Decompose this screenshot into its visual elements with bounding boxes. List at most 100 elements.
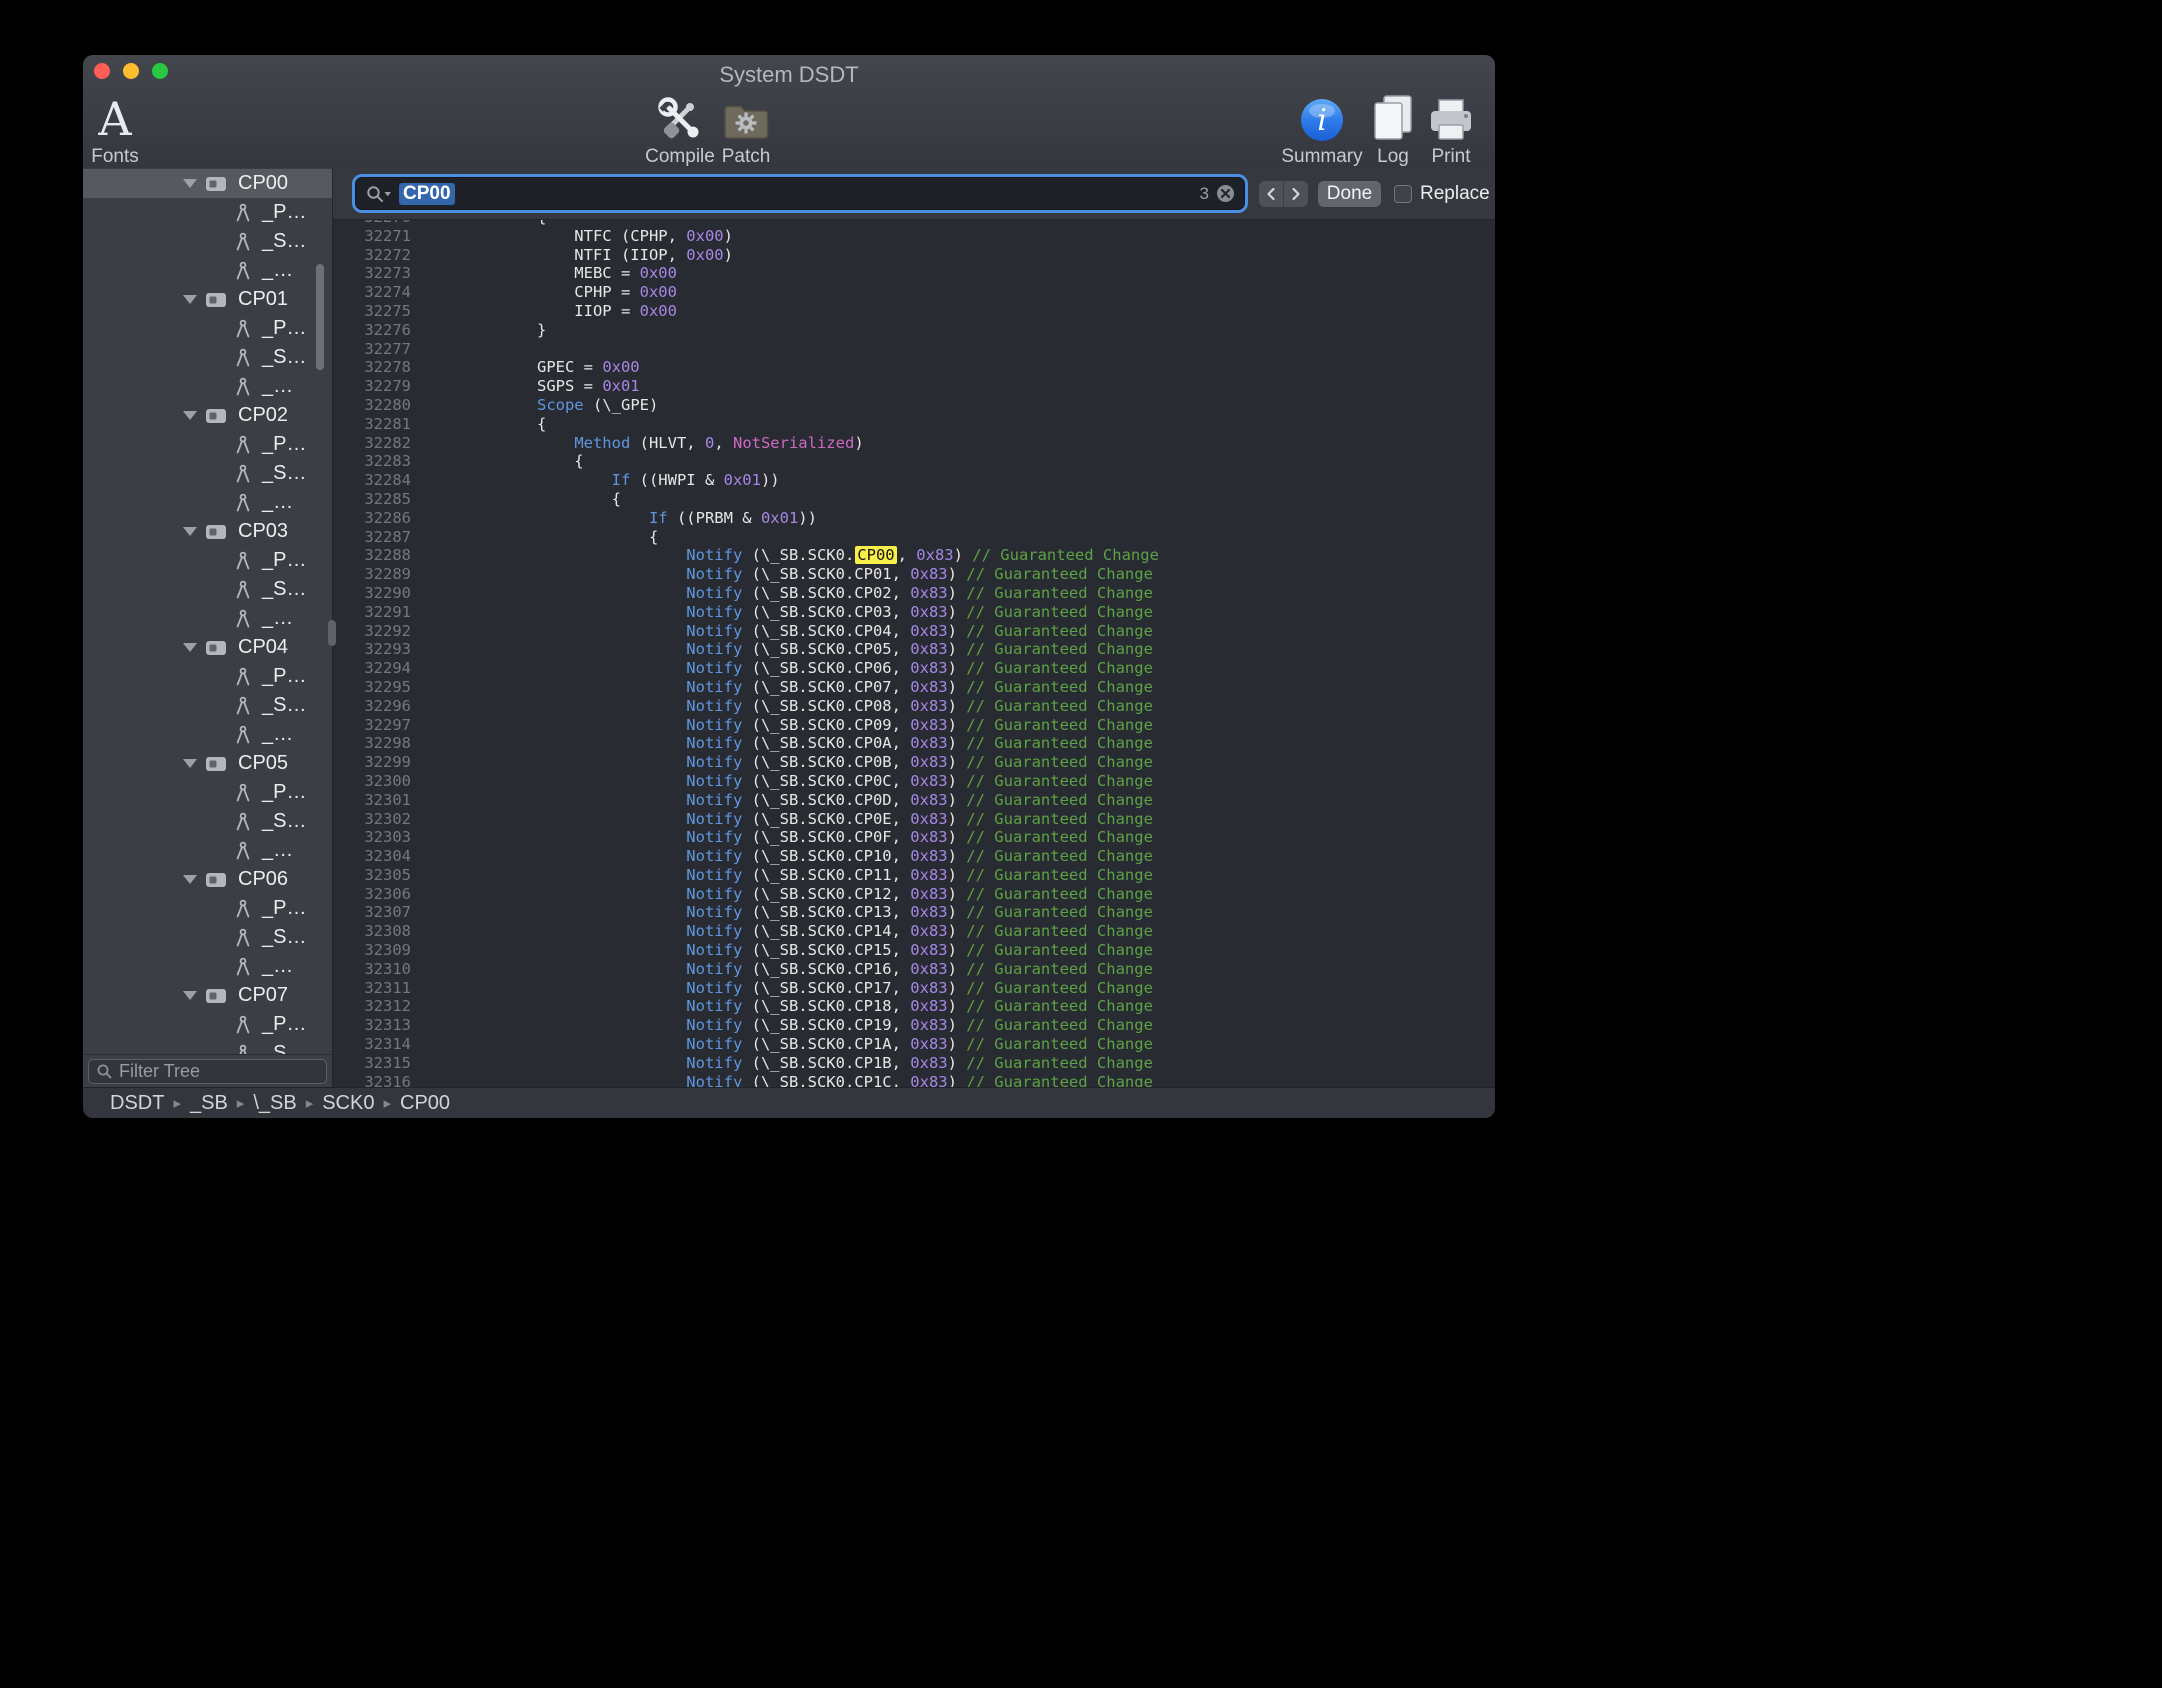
disclosure-triangle-icon[interactable] (183, 411, 197, 420)
breadcrumb-item[interactable]: DSDT (110, 1092, 164, 1115)
tree-item[interactable]: _P… (83, 662, 332, 691)
filter-tree-input[interactable]: Filter Tree (88, 1059, 327, 1084)
tree-item[interactable]: _P… (83, 430, 332, 459)
tree-item[interactable]: _… (83, 604, 332, 633)
clear-search-icon[interactable] (1216, 184, 1235, 203)
find-next-button[interactable] (1283, 181, 1308, 207)
tree-item[interactable]: _P… (83, 1010, 332, 1039)
code-text: Method (HLVT, 0, NotSerialized) (425, 434, 864, 453)
app-window: System DSDT A Fonts Co (83, 55, 1495, 1118)
code-line: 32315 Notify (\_SB.SCK0.CP1B, 0x83) // G… (333, 1054, 1495, 1073)
code-line: 32303 Notify (\_SB.SCK0.CP0F, 0x83) // G… (333, 828, 1495, 847)
find-previous-button[interactable] (1259, 181, 1283, 207)
tree-group-cp01[interactable]: CP01 (83, 285, 332, 314)
splitter-handle[interactable] (328, 620, 336, 646)
device-icon (205, 292, 227, 308)
line-number: 32283 (333, 452, 425, 471)
compass-icon (234, 609, 252, 629)
compass-icon (234, 957, 252, 977)
breadcrumb-item[interactable]: \_SB (253, 1092, 296, 1115)
disclosure-triangle-icon[interactable] (183, 179, 197, 188)
print-button[interactable]: Print (1391, 91, 1495, 168)
breadcrumb-separator-icon: ▸ (237, 1094, 245, 1112)
tree-group-cp02[interactable]: CP02 (83, 401, 332, 430)
disclosure-triangle-icon[interactable] (183, 875, 197, 884)
tree-group-cp03[interactable]: CP03 (83, 517, 332, 546)
search-menu-icon[interactable] (365, 184, 392, 204)
tree-group-label: CP05 (238, 752, 288, 775)
tree-item-label: _P… (262, 433, 306, 456)
find-input[interactable]: CP00 3 (356, 178, 1244, 209)
compass-icon (234, 696, 252, 716)
tree-item[interactable]: _… (83, 952, 332, 981)
find-bar: CP00 3 (333, 168, 1495, 220)
breadcrumb-item[interactable]: _SB (190, 1092, 228, 1115)
tree-group-cp05[interactable]: CP05 (83, 749, 332, 778)
code-line: 32314 Notify (\_SB.SCK0.CP1A, 0x83) // G… (333, 1035, 1495, 1054)
code-text: Notify (\_SB.SCK0.CP1B, 0x83) // Guarant… (425, 1054, 1153, 1073)
tree-item[interactable]: _P… (83, 546, 332, 575)
line-number: 32284 (333, 471, 425, 490)
device-icon (205, 872, 227, 888)
patch-button[interactable]: Patch (686, 91, 806, 168)
tree-group-cp07[interactable]: CP07 (83, 981, 332, 1010)
tree-item[interactable]: _P… (83, 778, 332, 807)
code-text: Notify (\_SB.SCK0.CP0C, 0x83) // Guarant… (425, 772, 1153, 791)
tree-group-label: CP02 (238, 404, 288, 427)
disclosure-triangle-icon[interactable] (183, 759, 197, 768)
sidebar-scrollbar[interactable] (316, 264, 324, 370)
tree-item[interactable]: _S… (83, 1039, 332, 1055)
code-text: Notify (\_SB.SCK0.CP16, 0x83) // Guarant… (425, 960, 1153, 979)
disclosure-triangle-icon[interactable] (183, 295, 197, 304)
disclosure-triangle-icon[interactable] (183, 643, 197, 652)
code-text: MEBC = 0x00 (425, 264, 677, 283)
tree-item[interactable]: _S… (83, 343, 332, 372)
code-line: 32293 Notify (\_SB.SCK0.CP05, 0x83) // G… (333, 640, 1495, 659)
tree-item[interactable]: _… (83, 488, 332, 517)
tree-group-label: CP04 (238, 636, 288, 659)
tree-item[interactable]: _… (83, 720, 332, 749)
code-text: If ((PRBM & 0x01)) (425, 509, 817, 528)
tree-item[interactable]: _… (83, 372, 332, 401)
tree-item[interactable]: _P… (83, 314, 332, 343)
code-text: { (425, 528, 658, 547)
code-text: Notify (\_SB.SCK0.CP06, 0x83) // Guarant… (425, 659, 1153, 678)
disclosure-triangle-icon[interactable] (183, 991, 197, 1000)
disclosure-triangle-icon[interactable] (183, 527, 197, 536)
fonts-button[interactable]: A Fonts (83, 91, 175, 168)
tree-item[interactable]: _S… (83, 575, 332, 604)
line-number: 32289 (333, 565, 425, 584)
tree-item[interactable]: _… (83, 256, 332, 285)
code-line: 32305 Notify (\_SB.SCK0.CP11, 0x83) // G… (333, 866, 1495, 885)
filter-bar: Filter Tree (83, 1054, 332, 1088)
tree-item[interactable]: _P… (83, 198, 332, 227)
done-button[interactable]: Done (1318, 181, 1381, 207)
tree-item-label: _P… (262, 201, 306, 224)
tree-item[interactable]: _S… (83, 459, 332, 488)
code-line: 32281 { (333, 415, 1495, 434)
compass-icon (234, 580, 252, 600)
line-number: 32301 (333, 791, 425, 810)
compass-icon (234, 928, 252, 948)
tree-item[interactable]: _S… (83, 691, 332, 720)
line-number: 32312 (333, 997, 425, 1016)
code-text: Notify (\_SB.SCK0.CP19, 0x83) // Guarant… (425, 1016, 1153, 1035)
tree-group-cp04[interactable]: CP04 (83, 633, 332, 662)
search-match-highlight: CP00 (855, 546, 896, 564)
tree-group-cp06[interactable]: CP06 (83, 865, 332, 894)
code-line: 32309 Notify (\_SB.SCK0.CP15, 0x83) // G… (333, 941, 1495, 960)
tree-item[interactable]: _P… (83, 894, 332, 923)
replace-checkbox[interactable] (1394, 185, 1412, 203)
tree-item[interactable]: _S… (83, 807, 332, 836)
breadcrumb-item[interactable]: CP00 (400, 1092, 450, 1115)
breadcrumb-separator-icon: ▸ (306, 1094, 314, 1112)
tree-group-cp00[interactable]: CP00 (83, 169, 332, 198)
breadcrumb-item[interactable]: SCK0 (322, 1092, 374, 1115)
code-line: 32289 Notify (\_SB.SCK0.CP01, 0x83) // G… (333, 565, 1495, 584)
tree-item[interactable]: _S… (83, 227, 332, 256)
code-editor[interactable]: 32270 {32271 NTFC (CPHP, 0x00)32272 NTFI… (333, 220, 1495, 1088)
tree-item[interactable]: _S… (83, 923, 332, 952)
compass-icon (234, 348, 252, 368)
tree-group-label: CP00 (238, 172, 288, 195)
tree-item[interactable]: _… (83, 836, 332, 865)
